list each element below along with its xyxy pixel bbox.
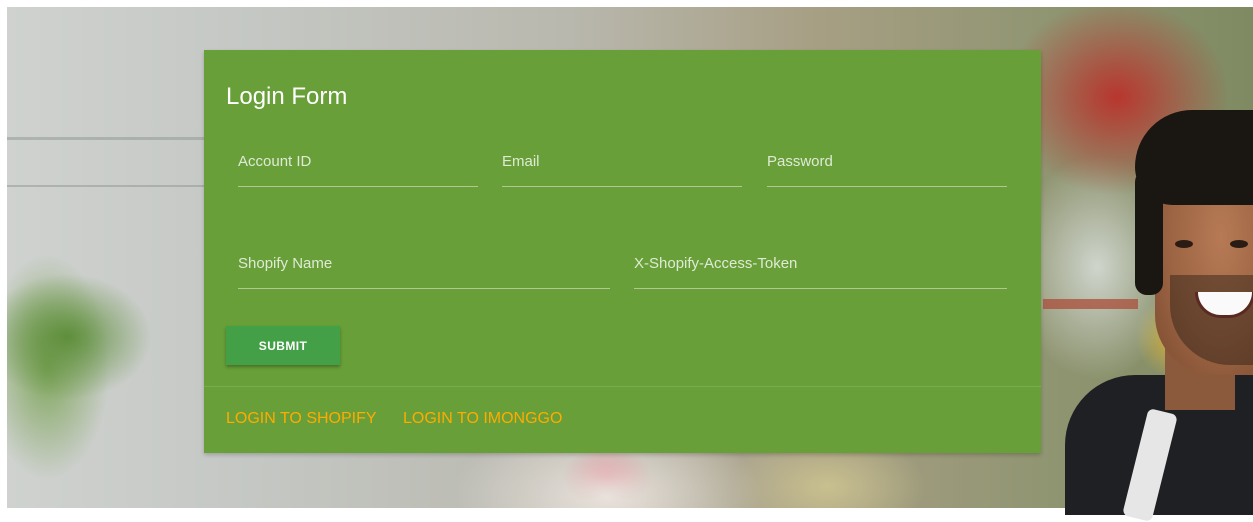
login-to-imonggo-link[interactable]: LOGIN TO IMONGGO <box>403 410 562 428</box>
login-form-card: Login Form Account ID Email Password Sho… <box>204 50 1041 453</box>
email-field[interactable]: Email <box>490 145 746 189</box>
password-field[interactable]: Password <box>755 145 1011 189</box>
account-id-field[interactable]: Account ID <box>226 145 482 189</box>
form-title: Login Form <box>226 83 348 110</box>
shopify-name-field[interactable]: Shopify Name <box>226 247 614 291</box>
background-detail <box>7 137 217 140</box>
card-divider <box>204 386 1041 387</box>
person-hair <box>1135 170 1163 295</box>
card-actions: LOGIN TO SHOPIFY LOGIN TO IMONGGO <box>226 410 584 430</box>
submit-button[interactable]: SUBMIT <box>226 326 340 365</box>
account-id-input[interactable] <box>226 145 482 189</box>
access-token-field[interactable]: X-Shopify-Access-Token <box>622 247 1011 291</box>
background-person <box>1055 110 1253 522</box>
login-to-shopify-link[interactable]: LOGIN TO SHOPIFY <box>226 410 377 428</box>
password-input[interactable] <box>755 145 1011 189</box>
shopify-name-input[interactable] <box>226 247 614 291</box>
background-detail <box>7 185 217 187</box>
email-input[interactable] <box>490 145 746 189</box>
person-eye <box>1175 240 1193 248</box>
access-token-input[interactable] <box>622 247 1011 291</box>
person-eye <box>1230 240 1248 248</box>
